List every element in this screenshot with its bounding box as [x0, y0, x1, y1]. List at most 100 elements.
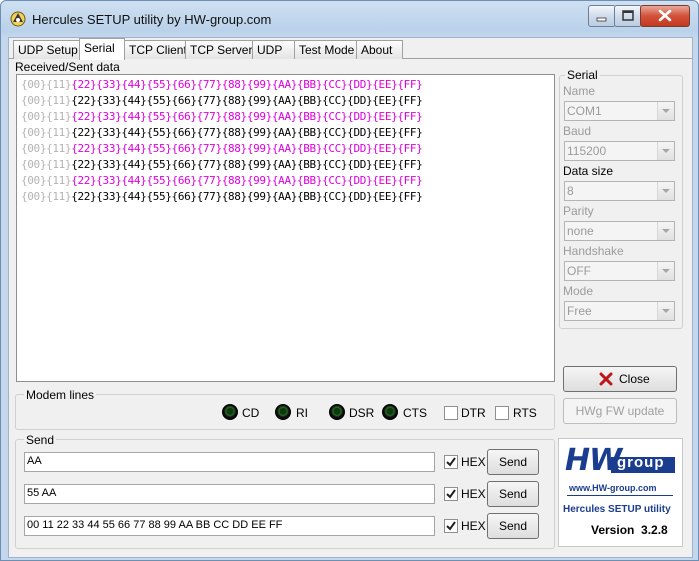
tab-label: UDP Setup — [18, 43, 78, 57]
send-button-2[interactable]: Send — [487, 481, 539, 507]
checkmark-icon — [446, 457, 456, 467]
tab-serial[interactable]: Serial — [79, 38, 125, 60]
minimize-icon — [596, 17, 607, 22]
mode-select[interactable]: Free — [564, 301, 675, 321]
hex-label-2: HEX — [461, 487, 486, 501]
send-input-1-value: AA — [27, 455, 42, 467]
row-data: {22}{33}{44}{55}{66}{77}{88}{99}{AA}{BB}… — [71, 78, 423, 91]
chevron-down-icon — [662, 189, 670, 193]
modem-lines-title: Modem lines — [24, 388, 97, 402]
hercules-app-icon[interactable] — [9, 10, 27, 28]
tab-label: TCP Client — [129, 43, 187, 57]
dsr-indicator-led — [329, 404, 345, 420]
tab-udp-setup[interactable]: UDP Setup — [13, 40, 80, 59]
row-data: {22}{33}{44}{55}{66}{77}{88}{99}{AA}{BB}… — [71, 190, 423, 203]
row-data: {22}{33}{44}{55}{66}{77}{88}{99}{AA}{BB}… — [71, 110, 423, 123]
version-label: Version 3.2.8 — [591, 523, 668, 537]
parity-label: Parity — [563, 204, 594, 218]
port-name-select[interactable]: COM1 — [564, 101, 675, 121]
handshake-label: Handshake — [563, 244, 624, 258]
tab-test-mode[interactable]: Test Mode — [294, 40, 360, 59]
tab-label: Serial — [84, 41, 115, 55]
main-panel: UDP Setup Serial TCP Client TCP Server U… — [8, 37, 693, 558]
parity-select[interactable]: none — [564, 221, 675, 241]
row-prefix: {00}{11} — [21, 78, 72, 91]
data-row: {00}{11}{22}{33}{44}{55}{66}{77}{88}{99}… — [21, 173, 423, 189]
dropdown-arrow — [657, 142, 674, 160]
send-button-label: Send — [498, 519, 528, 533]
baud-value: 115200 — [567, 144, 607, 158]
send-button-label: Send — [498, 455, 528, 469]
data-row: {00}{11}{22}{33}{44}{55}{66}{77}{88}{99}… — [21, 141, 423, 157]
close-icon — [658, 9, 672, 22]
close-port-button[interactable]: Close — [563, 366, 677, 392]
ri-indicator-led — [275, 404, 291, 420]
tab-tcp-client[interactable]: TCP Client — [124, 40, 188, 59]
send-button-1[interactable]: Send — [487, 449, 539, 475]
logo-product: Hercules SETUP utility — [563, 504, 671, 515]
send-input-1[interactable]: AA — [24, 452, 435, 472]
row-data: {22}{33}{44}{55}{66}{77}{88}{99}{AA}{BB}… — [71, 158, 423, 171]
checkmark-icon — [446, 489, 456, 499]
row-prefix: {00}{11} — [21, 126, 72, 139]
baud-select[interactable]: 115200 — [564, 141, 675, 161]
send-input-2-value: 55 AA — [27, 487, 57, 499]
app-window: Hercules SETUP utility by HW-group.com U… — [0, 0, 699, 561]
ri-label: RI — [296, 406, 308, 420]
send-group-title: Send — [24, 433, 57, 447]
tab-label: TCP Server — [190, 43, 253, 57]
cd-indicator-led — [222, 404, 238, 420]
row-data: {22}{33}{44}{55}{66}{77}{88}{99}{AA}{BB}… — [71, 94, 423, 107]
data-row: {00}{11}{22}{33}{44}{55}{66}{77}{88}{99}… — [21, 189, 423, 205]
data-row: {00}{11}{22}{33}{44}{55}{66}{77}{88}{99}… — [21, 109, 423, 125]
received-data-area[interactable]: {00}{11}{22}{33}{44}{55}{66}{77}{88}{99}… — [16, 74, 555, 382]
data-size-value: 8 — [567, 184, 574, 198]
send-button-label: Send — [498, 487, 528, 501]
window-title: Hercules SETUP utility by HW-group.com — [32, 12, 272, 27]
send-input-3[interactable]: 00 11 22 33 44 55 66 77 88 99 AA BB CC D… — [24, 516, 435, 536]
close-port-label: Close — [619, 372, 650, 386]
data-size-select[interactable]: 8 — [564, 181, 675, 201]
chevron-down-icon — [662, 109, 670, 113]
cts-label: CTS — [403, 406, 427, 420]
close-window-button[interactable] — [640, 5, 690, 27]
dropdown-arrow — [657, 102, 674, 120]
parity-value: none — [567, 224, 594, 238]
mode-label: Mode — [563, 284, 594, 298]
dropdown-arrow — [657, 302, 674, 320]
data-row: {00}{11}{22}{33}{44}{55}{66}{77}{88}{99}… — [21, 157, 423, 173]
row-prefix: {00}{11} — [21, 142, 72, 155]
chevron-down-icon — [662, 309, 670, 313]
hwg-fw-update-button[interactable]: HWg FW update — [563, 398, 677, 424]
tab-about[interactable]: About — [356, 40, 403, 59]
row-prefix: {00}{11} — [21, 190, 72, 203]
logo-group-text: group — [617, 454, 665, 471]
checkmark-icon — [446, 521, 456, 531]
data-row: {00}{11}{22}{33}{44}{55}{66}{77}{88}{99}… — [21, 93, 423, 109]
send-input-2[interactable]: 55 AA — [24, 484, 435, 504]
row-data: {22}{33}{44}{55}{66}{77}{88}{99}{AA}{BB}… — [71, 126, 423, 139]
maximize-button[interactable] — [614, 5, 642, 27]
row-prefix: {00}{11} — [21, 110, 72, 123]
hex-checkbox-1[interactable] — [444, 455, 458, 469]
tab-tcp-server[interactable]: TCP Server — [185, 40, 256, 59]
minimize-button[interactable] — [588, 5, 616, 27]
tab-label: Test Mode — [299, 43, 355, 57]
send-button-3[interactable]: Send — [487, 513, 539, 539]
title-bar[interactable]: Hercules SETUP utility by HW-group.com — [1, 1, 698, 37]
dropdown-arrow — [657, 182, 674, 200]
row-prefix: {00}{11} — [21, 94, 72, 107]
handshake-select[interactable]: OFF — [564, 261, 675, 281]
hex-checkbox-3[interactable] — [444, 519, 458, 533]
serial-group-title: Serial — [565, 68, 600, 82]
hex-checkbox-2[interactable] — [444, 487, 458, 501]
tab-label: About — [361, 43, 393, 57]
dropdown-arrow — [657, 262, 674, 280]
rts-checkbox[interactable] — [495, 406, 509, 420]
handshake-value: OFF — [567, 264, 591, 278]
dtr-checkbox[interactable] — [444, 406, 458, 420]
dtr-label: DTR — [461, 406, 486, 420]
received-sent-label: Received/Sent data — [15, 60, 120, 74]
tab-udp[interactable]: UDP — [252, 40, 295, 59]
hw-group-logo[interactable]: HW group www.HW-group.com Hercules SETUP… — [558, 438, 683, 547]
